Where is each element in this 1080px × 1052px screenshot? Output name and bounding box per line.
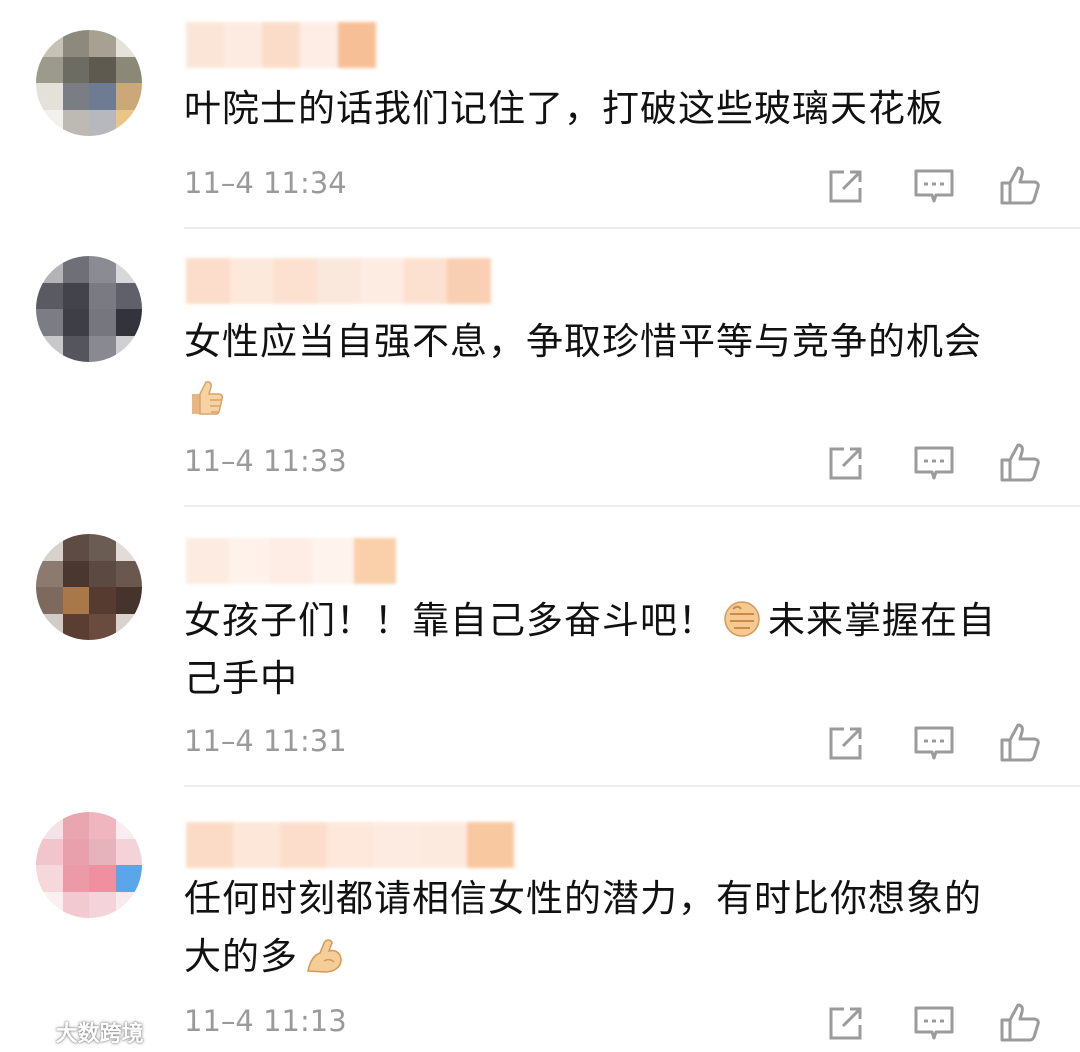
username-blurred[interactable] [186,538,396,584]
comment-actions [820,1001,1050,1045]
like-icon[interactable] [998,164,1042,208]
avatar[interactable] [36,30,142,136]
comment-icon[interactable] [912,441,956,485]
like-icon[interactable] [998,1001,1042,1045]
comment-time: 11–4 11:13 [184,1004,347,1038]
divider [184,785,1080,787]
username-blurred[interactable] [186,22,376,68]
share-icon[interactable] [824,164,868,208]
comment-icon[interactable] [912,164,956,208]
comment-time: 11–4 11:31 [184,724,347,758]
comment-time: 11–4 11:33 [184,444,347,478]
watermark: 大数跨境 [8,1016,144,1048]
weibo-logo-icon [8,1023,46,1045]
comment-actions [820,164,1050,208]
avatar[interactable] [36,812,142,918]
share-icon[interactable] [824,721,868,765]
comment-text: 叶院士的话我们记住了，打破这些玻璃天花板 [184,87,944,130]
comment-text: 女性应当自强不息，争取珍惜平等与竞争的机会 [184,313,1044,429]
avatar[interactable] [36,534,142,640]
thumbs-up-icon [192,381,224,415]
avatar[interactable] [36,256,142,362]
comment-icon[interactable] [912,1001,956,1045]
share-icon[interactable] [824,441,868,485]
like-icon[interactable] [998,721,1042,765]
divider [184,227,1080,229]
like-icon[interactable] [998,441,1042,485]
username-blurred[interactable] [186,258,492,304]
share-icon[interactable] [824,1001,868,1045]
comment-actions [820,721,1050,765]
raised-fist-icon [724,601,760,637]
divider [184,505,1080,507]
username-blurred[interactable] [186,822,515,868]
flexed-biceps-icon [307,939,342,973]
comment-text: 任何时刻都请相信女性的潜力，有时比你想象的 大的多 [184,877,982,978]
comment-text: 女孩子们！！靠自己多奋斗吧！ 未来掌握在自 己手中 [184,599,996,700]
comment-time: 11–4 11:34 [184,166,347,200]
comment-icon[interactable] [912,721,956,765]
comment-actions [820,441,1050,485]
